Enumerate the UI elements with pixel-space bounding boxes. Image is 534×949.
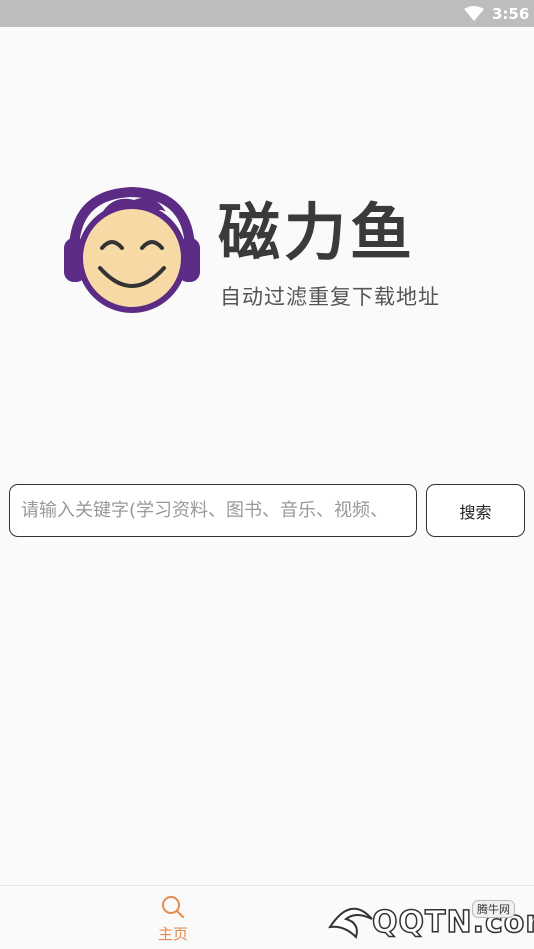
wifi-icon — [464, 6, 484, 21]
watermark-logo-icon — [327, 907, 373, 939]
search-button[interactable]: 搜索 — [426, 484, 525, 537]
brand-slogan: 自动过滤重复下载地址 — [220, 285, 440, 309]
brand-title: 磁力鱼 — [218, 196, 417, 269]
nav-item-home-label: 主页 — [157, 925, 188, 943]
nav-item-home[interactable]: 主页 — [148, 886, 198, 949]
watermark: QQTN.com 腾牛网 — [326, 893, 534, 945]
search-icon — [162, 896, 184, 918]
search-input-container — [9, 484, 417, 537]
smiling-face-headphones-icon — [62, 186, 202, 316]
search-input[interactable] — [10, 485, 416, 536]
status-bar: 3:56 — [0, 0, 534, 27]
watermark-sub: 腾牛网 — [472, 900, 515, 918]
status-time: 3:56 — [492, 5, 530, 23]
